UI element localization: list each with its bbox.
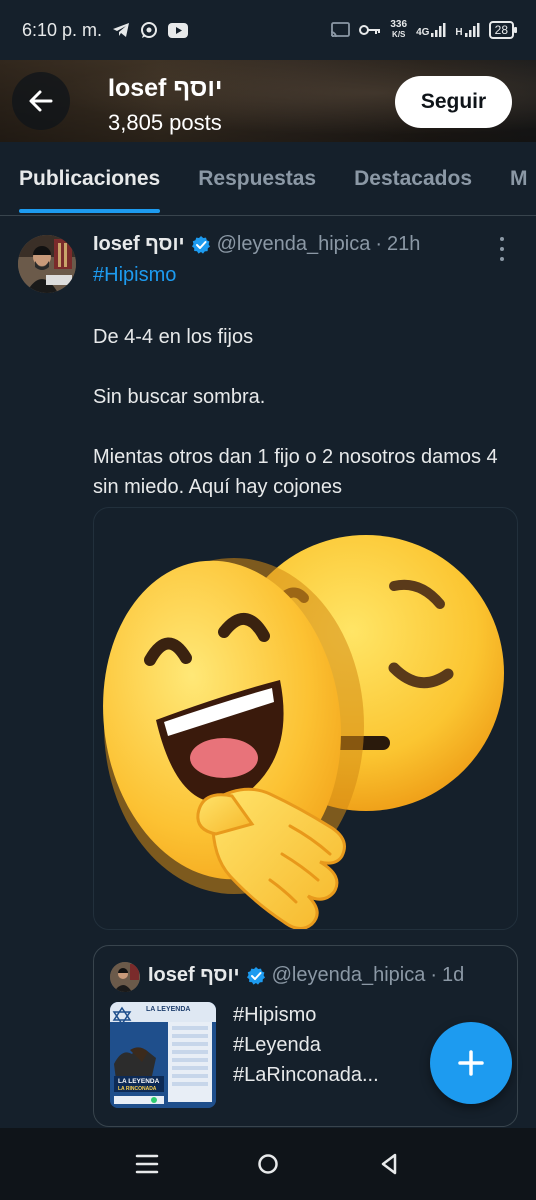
menu-lines-icon xyxy=(135,1154,158,1174)
quote-line: #Hipismo xyxy=(233,1004,317,1026)
author-handle[interactable]: @leyenda_hipica xyxy=(217,233,371,256)
compose-button[interactable] xyxy=(430,1022,512,1104)
back-button[interactable] xyxy=(12,72,70,130)
verified-badge-icon xyxy=(191,235,211,255)
svg-text:LA LEYENDA: LA LEYENDA xyxy=(118,1078,160,1085)
separator-dot: · xyxy=(430,964,438,986)
tweet-line: De 4-4 en los fijos xyxy=(93,326,254,348)
cast-icon xyxy=(330,22,351,38)
quote-author-name: Iosef יוסף xyxy=(148,964,240,986)
signal-icon-2 xyxy=(464,23,480,37)
avatar[interactable] xyxy=(18,235,76,293)
quote-text: #Hipismo #Leyenda #LaRinconada... xyxy=(233,1000,379,1090)
home-circle-icon xyxy=(258,1154,278,1174)
status-time: 6:10 p. m. xyxy=(22,19,103,40)
svg-text:LA RINCONADA: LA RINCONADA xyxy=(118,1086,157,1092)
back-triangle-icon xyxy=(382,1153,397,1175)
tweet-line: Sin buscar sombra. xyxy=(93,386,266,408)
plus-icon xyxy=(458,1050,484,1076)
mask-emoji-image xyxy=(103,535,504,929)
quote-line: #Leyenda xyxy=(233,1034,321,1056)
profile-header: Iosef יוסף 3,805 posts Seguir xyxy=(0,60,536,142)
hashtag-link[interactable]: #Hipismo xyxy=(93,264,176,287)
separator-dot: · xyxy=(375,233,383,255)
tab-destacados[interactable]: Destacados xyxy=(335,142,491,216)
tab-more[interactable]: M xyxy=(491,142,536,216)
system-navigation-bar xyxy=(0,1128,536,1200)
quote-avatar xyxy=(110,962,140,992)
recent-apps-button[interactable] xyxy=(127,1144,167,1184)
quote-header: Iosef יוסף @leyenda_hipica · 1d xyxy=(148,964,464,987)
quote-line: #LaRinconada... xyxy=(233,1064,379,1086)
post-count: 3,805 posts xyxy=(108,110,222,135)
quote-time: 1d xyxy=(442,964,465,986)
tweet-time[interactable]: 21h xyxy=(387,233,420,256)
tweet-text: De 4-4 en los fijos Sin buscar sombra. M… xyxy=(93,322,513,532)
signal-icon xyxy=(431,23,446,37)
profile-tabs: Publicaciones Respuestas Destacados M xyxy=(0,142,536,216)
whatsapp-icon xyxy=(140,21,158,39)
tweet-media-image[interactable] xyxy=(93,507,518,930)
tab-respuestas[interactable]: Respuestas xyxy=(179,142,335,216)
profile-name: Iosef יוסף xyxy=(108,74,223,102)
home-button[interactable] xyxy=(248,1144,288,1184)
network-speed: 336 K/S xyxy=(390,19,408,40)
more-options-icon[interactable] xyxy=(492,237,512,261)
verified-badge-icon xyxy=(246,966,266,986)
arrow-left-icon xyxy=(29,90,53,112)
network-type-h: H xyxy=(455,22,480,38)
youtube-icon xyxy=(168,22,189,38)
author-name[interactable]: Iosef יוסף xyxy=(93,233,185,256)
follow-button[interactable]: Seguir xyxy=(395,76,512,128)
tweet[interactable]: Iosef יוסף @leyenda_hipica · 21h #Hipism… xyxy=(0,217,536,1127)
tweet-header: Iosef יוסף @leyenda_hipica · 21h xyxy=(93,233,420,256)
status-bar: 6:10 p. m. 336 K/S 4G H 28 xyxy=(0,0,536,60)
tab-publicaciones[interactable]: Publicaciones xyxy=(0,142,179,216)
tweet-line: Mientas otros dan 1 fijo o 2 nosotros da… xyxy=(93,446,498,498)
quote-thumbnail-image: LA LEYENDA LA LEYENDA LA RINCONADA xyxy=(110,1002,216,1108)
telegram-icon xyxy=(112,22,130,38)
svg-text:LA LEYENDA: LA LEYENDA xyxy=(146,1006,190,1013)
network-type-4g: 4G xyxy=(416,22,446,38)
quote-author-handle: @leyenda_hipica xyxy=(271,964,426,986)
back-nav-button[interactable] xyxy=(369,1144,409,1184)
vpn-key-icon xyxy=(359,24,381,36)
battery-indicator: 28 xyxy=(488,21,518,39)
